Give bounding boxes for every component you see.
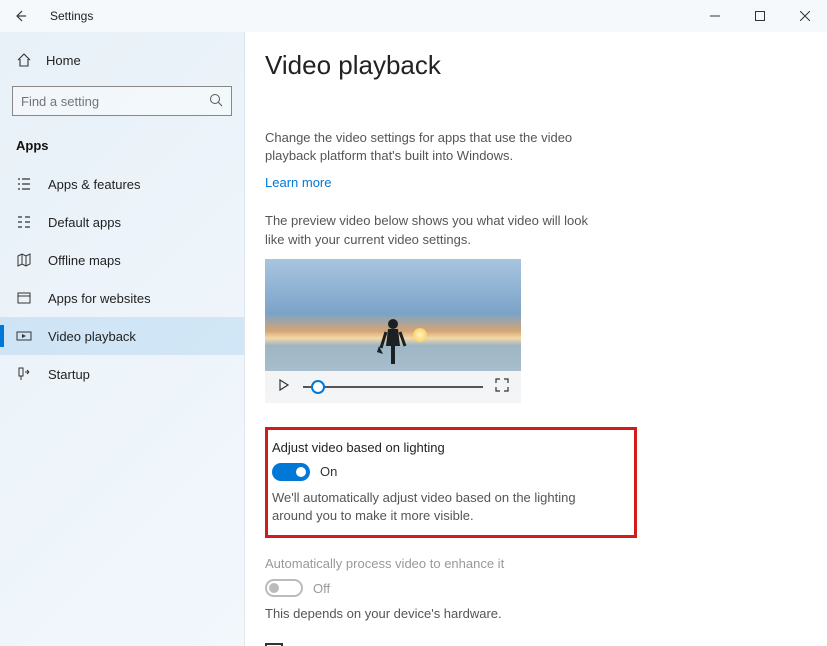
sidebar-item-default-apps[interactable]: Default apps [0, 203, 244, 241]
preview-sun [413, 328, 427, 342]
sidebar-item-home[interactable]: Home [0, 42, 244, 78]
sidebar-item-startup[interactable]: Startup [0, 355, 244, 393]
adjust-toggle[interactable] [272, 463, 310, 481]
startup-icon [16, 366, 32, 382]
map-icon [16, 252, 32, 268]
sidebar-item-apps-websites[interactable]: Apps for websites [0, 279, 244, 317]
sidebar-item-label: Offline maps [48, 253, 121, 268]
search-box[interactable] [12, 86, 232, 116]
defaults-icon [16, 214, 32, 230]
page-title: Video playback [265, 50, 787, 81]
sidebar-item-video-playback[interactable]: Video playback [0, 317, 244, 355]
enhance-title: Automatically process video to enhance i… [265, 556, 787, 571]
intro-text: Change the video settings for apps that … [265, 129, 605, 165]
fullscreen-button[interactable] [495, 378, 509, 395]
seek-bar[interactable] [303, 386, 483, 388]
back-button[interactable] [12, 8, 28, 24]
enhance-section: Automatically process video to enhance i… [265, 556, 787, 623]
play-button[interactable] [277, 378, 291, 395]
sidebar-item-label: Apps & features [48, 177, 141, 192]
sidebar-item-label: Video playback [48, 329, 136, 344]
website-icon [16, 290, 32, 306]
main-content: Video playback Change the video settings… [245, 32, 827, 646]
video-icon [16, 328, 32, 344]
adjust-state: On [320, 464, 337, 479]
sidebar-item-offline-maps[interactable]: Offline maps [0, 241, 244, 279]
search-input[interactable] [21, 94, 209, 109]
video-preview [265, 259, 521, 403]
enhance-toggle[interactable] [265, 579, 303, 597]
learn-more-link[interactable]: Learn more [265, 175, 331, 190]
search-icon [209, 93, 223, 110]
home-icon [16, 52, 32, 68]
window-title: Settings [42, 9, 93, 23]
maximize-button[interactable] [737, 1, 782, 31]
adjust-lighting-section: Adjust video based on lighting On We'll … [265, 427, 637, 538]
enhance-desc: This depends on your device's hardware. [265, 605, 605, 623]
sidebar-item-label: Default apps [48, 215, 121, 230]
adjust-title: Adjust video based on lighting [272, 440, 620, 455]
list-icon [16, 176, 32, 192]
video-controls [265, 371, 521, 403]
sidebar-item-label: Startup [48, 367, 90, 382]
sidebar-section-header: Apps [0, 130, 244, 165]
sidebar-item-label: Apps for websites [48, 291, 151, 306]
enhance-state: Off [313, 581, 330, 596]
close-button[interactable] [782, 1, 827, 31]
preview-text: The preview video below shows you what v… [265, 212, 605, 248]
preview-figure [375, 316, 411, 376]
adjust-desc: We'll automatically adjust video based o… [272, 489, 612, 525]
sidebar-home-label: Home [46, 53, 81, 68]
seek-thumb[interactable] [311, 380, 325, 394]
sidebar: Home Apps Apps & features Default apps [0, 32, 245, 646]
sidebar-item-apps-features[interactable]: Apps & features [0, 165, 244, 203]
minimize-button[interactable] [692, 1, 737, 31]
